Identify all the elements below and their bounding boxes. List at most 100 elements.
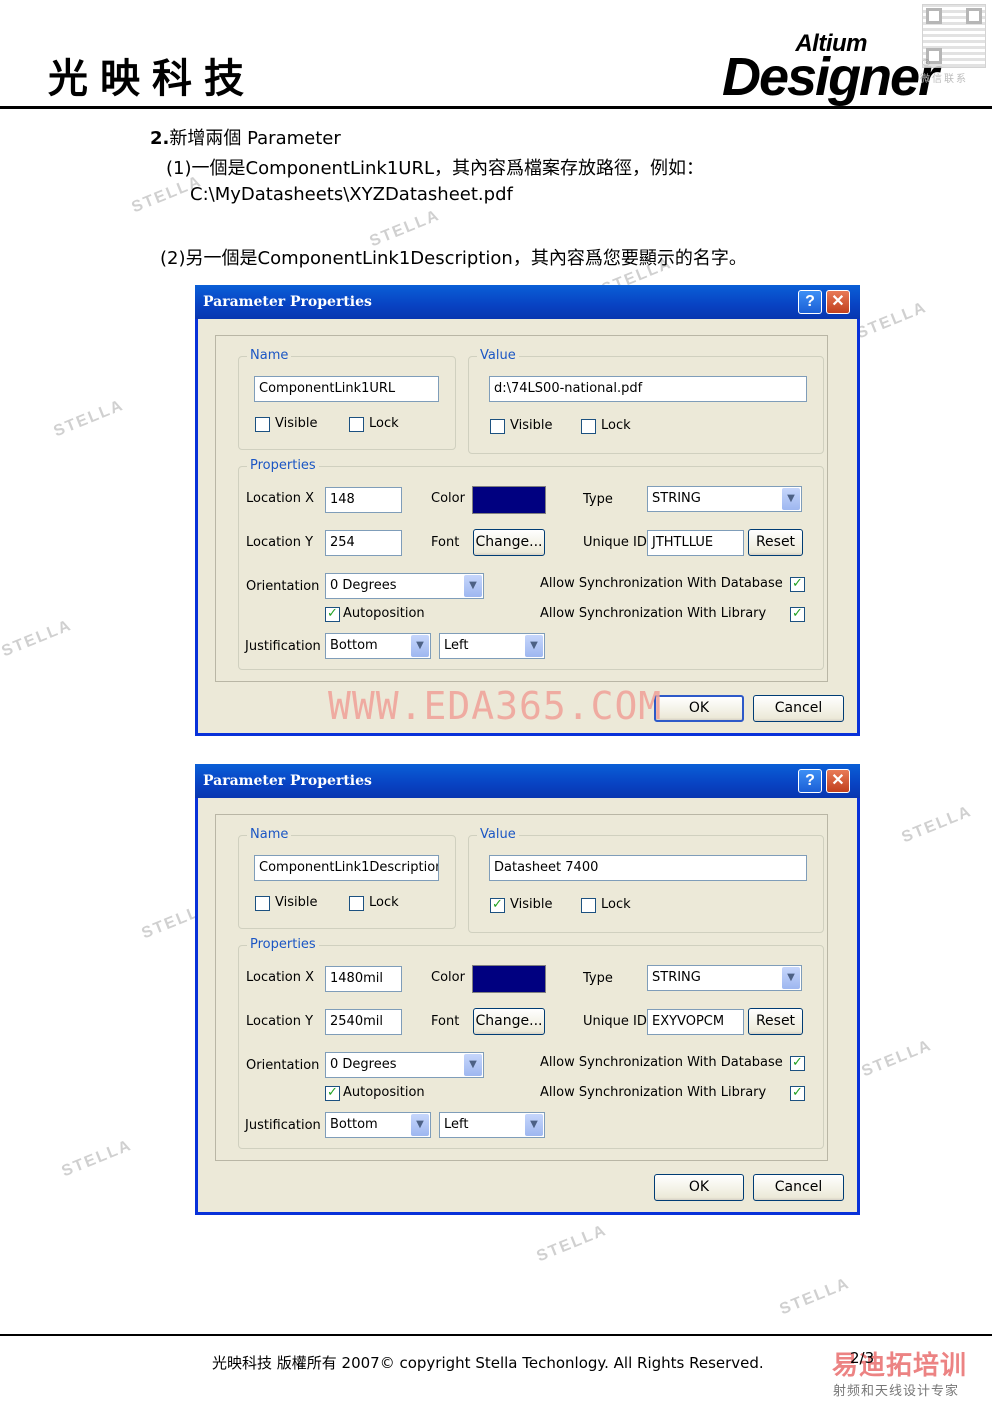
value-lock-checkbox[interactable] bbox=[581, 898, 596, 913]
close-button[interactable]: ✕ bbox=[826, 769, 850, 793]
dialog-body: Name ComponentLink1Description Visible L… bbox=[215, 814, 828, 1161]
color-swatch[interactable] bbox=[472, 965, 546, 993]
step-text: 新增兩個 Parameter bbox=[169, 128, 341, 149]
type-label: Type bbox=[583, 971, 613, 986]
dialog-titlebar: Parameter Properties ? ✕ bbox=[195, 764, 860, 798]
value-visible-checkbox[interactable] bbox=[490, 419, 505, 434]
chevron-down-icon: ▼ bbox=[525, 1114, 543, 1136]
name-visible-checkbox[interactable] bbox=[255, 417, 270, 432]
justification-horizontal-select[interactable]: Left ▼ bbox=[439, 1112, 545, 1138]
orientation-label: Orientation bbox=[246, 1058, 320, 1073]
sync-library-checkbox[interactable]: ✓ bbox=[790, 1086, 805, 1101]
name-group: Name ComponentLink1Description Visible L… bbox=[238, 827, 456, 929]
name-visible-label: Visible bbox=[275, 895, 318, 910]
justification-horizontal-select[interactable]: Left ▼ bbox=[439, 633, 545, 659]
name-input[interactable]: ComponentLink1Description bbox=[254, 855, 439, 881]
sync-library-checkbox[interactable]: ✓ bbox=[790, 607, 805, 622]
ok-button[interactable]: OK bbox=[654, 1174, 744, 1201]
value-input[interactable]: Datasheet 7400 bbox=[489, 855, 807, 881]
watermark: STELLA bbox=[51, 396, 127, 441]
location-x-label: Location X bbox=[246, 491, 315, 506]
reset-button[interactable]: Reset bbox=[748, 529, 803, 556]
watermark: STELLA bbox=[0, 616, 75, 661]
location-y-input[interactable]: 2540mil bbox=[325, 1009, 402, 1035]
change-font-button[interactable]: Change... bbox=[473, 529, 545, 556]
value-lock-checkbox[interactable] bbox=[581, 419, 596, 434]
sync-database-checkbox[interactable]: ✓ bbox=[790, 577, 805, 592]
chevron-down-icon: ▼ bbox=[411, 635, 429, 657]
autoposition-checkbox[interactable]: ✓ bbox=[325, 1086, 340, 1101]
dialog-titlebar: Parameter Properties ? ✕ bbox=[195, 285, 860, 319]
company-name: 光映科技 bbox=[48, 56, 256, 102]
properties-group: Properties Location X 1480mil Color Type… bbox=[238, 937, 824, 1149]
font-label: Font bbox=[431, 535, 460, 550]
sync-library-label: Allow Synchronization With Library bbox=[540, 606, 767, 621]
help-button[interactable]: ? bbox=[798, 769, 822, 793]
type-label: Type bbox=[583, 492, 613, 507]
name-input[interactable]: ComponentLink1URL bbox=[254, 376, 439, 402]
name-lock-checkbox[interactable] bbox=[349, 896, 364, 911]
autoposition-checkbox[interactable]: ✓ bbox=[325, 607, 340, 622]
type-value: STRING bbox=[652, 491, 701, 506]
unique-id-input[interactable]: JTHTLLUE bbox=[647, 530, 744, 556]
dialog-title: Parameter Properties bbox=[203, 294, 372, 310]
ok-button[interactable]: OK bbox=[654, 695, 744, 722]
name-group-label: Name bbox=[247, 348, 292, 363]
value-input[interactable]: d:\74LS00-national.pdf bbox=[489, 376, 807, 402]
change-font-button[interactable]: Change... bbox=[473, 1008, 545, 1035]
type-select[interactable]: STRING ▼ bbox=[647, 965, 802, 991]
location-x-label: Location X bbox=[246, 970, 315, 985]
altium-designer-logo: Altium Designer ® bbox=[722, 30, 939, 107]
location-y-label: Location Y bbox=[246, 1014, 314, 1029]
color-swatch[interactable] bbox=[472, 486, 546, 514]
watermark: STELLA bbox=[859, 1036, 935, 1081]
value-group: Value Datasheet 7400 ✓ Visible Lock bbox=[468, 827, 824, 933]
name-visible-checkbox[interactable] bbox=[255, 896, 270, 911]
dialog-body: Name ComponentLink1URL Visible Lock Valu… bbox=[215, 335, 828, 682]
orientation-label: Orientation bbox=[246, 579, 320, 594]
location-x-input[interactable]: 1480mil bbox=[325, 966, 402, 992]
watermark: STELLA bbox=[899, 802, 975, 847]
name-lock-label: Lock bbox=[369, 895, 399, 910]
value-lock-label: Lock bbox=[601, 897, 631, 912]
name-group: Name ComponentLink1URL Visible Lock bbox=[238, 348, 456, 450]
parameter-properties-dialog: Parameter Properties ? ✕ Name ComponentL… bbox=[195, 764, 860, 1215]
chevron-down-icon: ▼ bbox=[525, 635, 543, 657]
name-lock-checkbox[interactable] bbox=[349, 417, 364, 432]
qr-code-icon bbox=[922, 4, 986, 68]
location-x-input[interactable]: 148 bbox=[325, 487, 402, 513]
watermark: STELLA bbox=[59, 1136, 135, 1181]
location-y-input[interactable]: 254 bbox=[325, 530, 402, 556]
orientation-select[interactable]: 0 Degrees ▼ bbox=[325, 573, 484, 599]
chevron-down-icon: ▼ bbox=[464, 1054, 482, 1076]
value-visible-checkbox[interactable]: ✓ bbox=[490, 898, 505, 913]
justification-vertical-select[interactable]: Bottom ▼ bbox=[325, 633, 431, 659]
value-group: Value d:\74LS00-national.pdf Visible Loc… bbox=[468, 348, 824, 454]
name-group-label: Name bbox=[247, 827, 292, 842]
justification-horizontal-value: Left bbox=[444, 1117, 469, 1132]
unique-id-input[interactable]: EXYVOPCM bbox=[647, 1009, 744, 1035]
value-visible-label: Visible bbox=[510, 897, 553, 912]
color-label: Color bbox=[431, 491, 465, 506]
close-button[interactable]: ✕ bbox=[826, 290, 850, 314]
sync-library-label: Allow Synchronization With Library bbox=[540, 1085, 767, 1100]
justification-vertical-value: Bottom bbox=[330, 638, 378, 653]
value-group-label: Value bbox=[477, 348, 519, 363]
cancel-button[interactable]: Cancel bbox=[753, 1174, 844, 1201]
type-select[interactable]: STRING ▼ bbox=[647, 486, 802, 512]
help-button[interactable]: ? bbox=[798, 290, 822, 314]
properties-group-label: Properties bbox=[247, 458, 319, 473]
orientation-select[interactable]: 0 Degrees ▼ bbox=[325, 1052, 484, 1078]
justification-label: Justification bbox=[245, 1118, 321, 1133]
watermark: STELLA bbox=[854, 298, 930, 343]
sync-database-checkbox[interactable]: ✓ bbox=[790, 1056, 805, 1071]
reset-button[interactable]: Reset bbox=[748, 1008, 803, 1035]
instruction-item1: (1)一個是ComponentLink1URL，其內容爲檔案存放路徑，例如： bbox=[166, 158, 705, 179]
step-number: 2. bbox=[150, 128, 170, 149]
cancel-button[interactable]: Cancel bbox=[753, 695, 844, 722]
justification-horizontal-value: Left bbox=[444, 638, 469, 653]
unique-id-label: Unique ID bbox=[583, 1014, 647, 1029]
value-group-label: Value bbox=[477, 827, 519, 842]
justification-vertical-select[interactable]: Bottom ▼ bbox=[325, 1112, 431, 1138]
unique-id-label: Unique ID bbox=[583, 535, 647, 550]
